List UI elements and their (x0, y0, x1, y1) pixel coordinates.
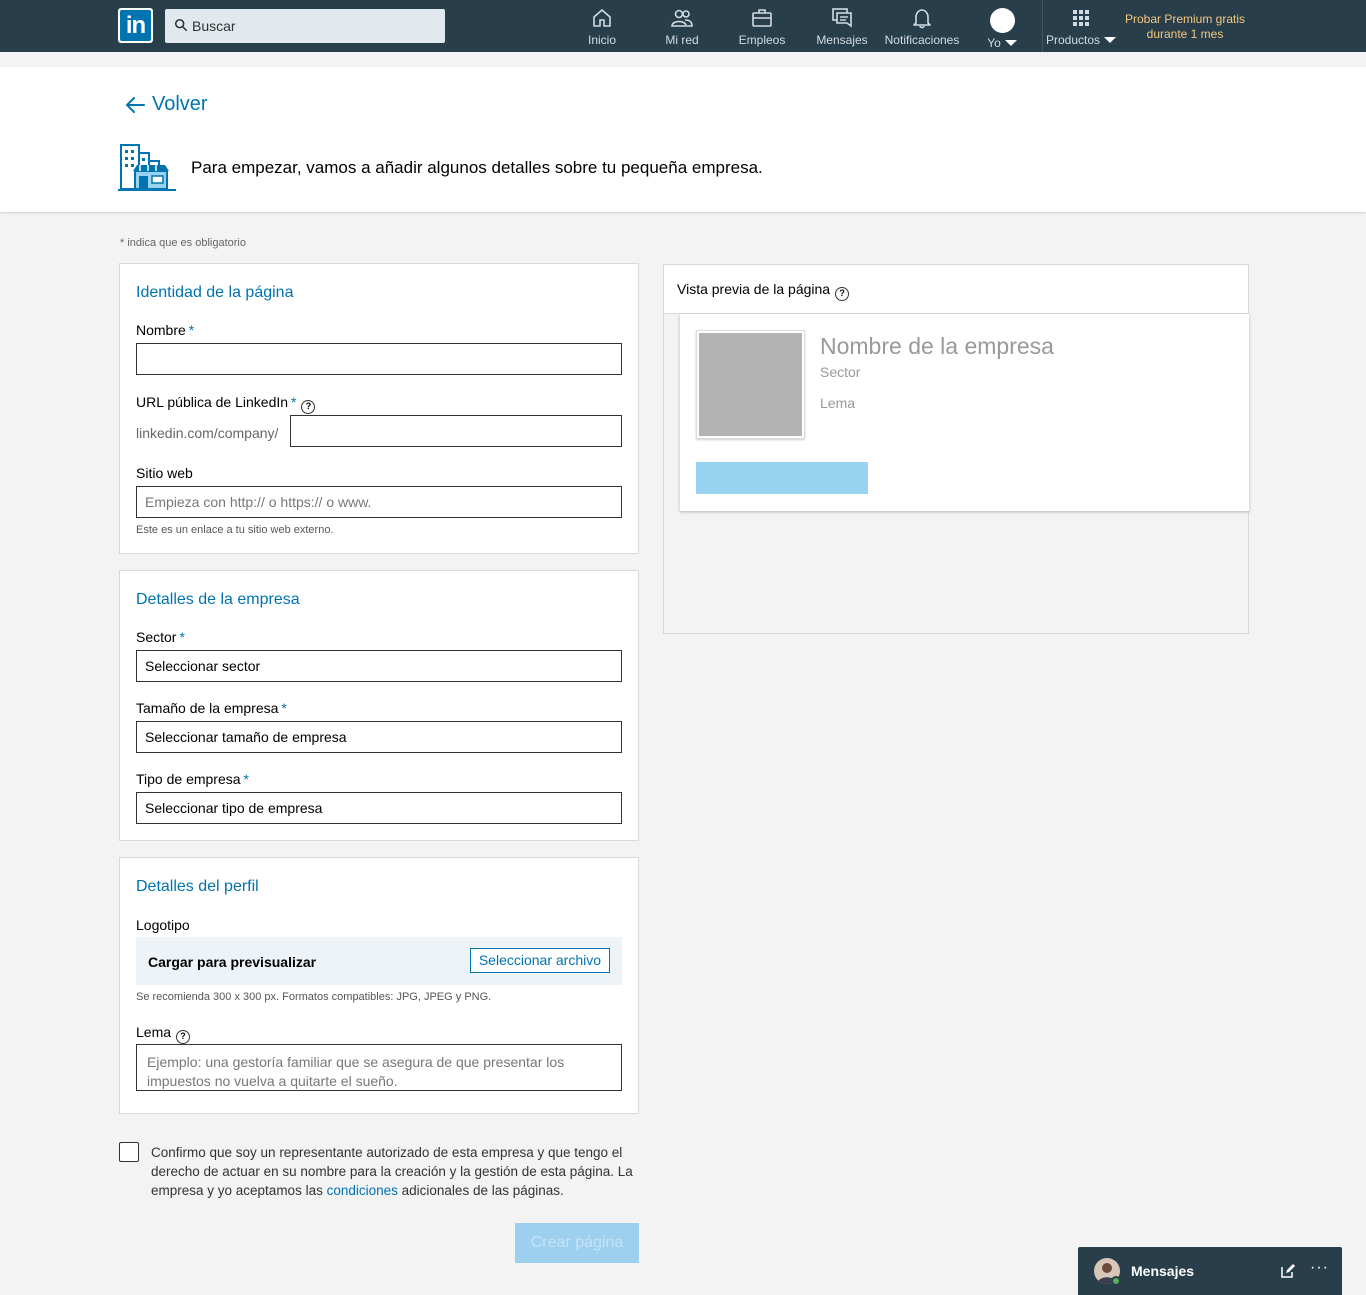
home-icon (593, 9, 611, 27)
nav-jobs-label: Empleos (738, 33, 786, 47)
header-panel: Volver Para empezar, vamos a añadir algu… (0, 67, 1366, 212)
compose-icon[interactable] (1280, 1263, 1296, 1279)
logo-upload-box: Cargar para previsualizar Seleccionar ar… (136, 937, 622, 985)
profile-card: Detalles del perfil Logotipo Cargar para… (119, 857, 639, 1114)
building-icon (118, 144, 176, 191)
website-hint: Este es un enlace a tu sitio web externo… (136, 524, 334, 536)
preview-tagline: Lema (820, 395, 856, 411)
sector-select[interactable]: Seleccionar sector (136, 650, 622, 682)
required-mark: * (281, 700, 287, 716)
nav-jobs[interactable]: Empleos (736, 6, 788, 50)
messages-icon (832, 8, 852, 28)
required-mark: * (188, 322, 195, 338)
more-options-icon[interactable]: ··· (1310, 1259, 1329, 1277)
premium-line1: Probar Premium gratis (1124, 12, 1246, 26)
search-box[interactable] (165, 9, 445, 43)
messaging-bar[interactable]: Mensajes ··· (1078, 1247, 1342, 1295)
bell-icon (913, 9, 931, 29)
url-prefix: linkedin.com/company/ (136, 425, 279, 441)
preview-sector: Sector (820, 364, 861, 380)
create-page-button[interactable]: Crear página (515, 1223, 639, 1263)
size-label: Tamaño de la empresa (136, 700, 279, 716)
nav-messages-label: Mensajes (816, 33, 868, 47)
nav-products[interactable]: Productos (1044, 6, 1118, 50)
select-file-button[interactable]: Seleccionar archivo (469, 948, 610, 973)
required-mark: * (291, 394, 297, 410)
preview-button-placeholder (696, 462, 868, 494)
terms-link[interactable]: condiciones (327, 1183, 398, 1198)
nav-network[interactable]: Mi red (660, 6, 704, 50)
sector-label: Sector (136, 629, 177, 645)
nav-home[interactable]: Inicio (582, 6, 622, 50)
url-input[interactable] (290, 415, 622, 447)
nav-notifications[interactable]: Notificaciones (882, 6, 962, 50)
preview-logo-frame (696, 330, 805, 439)
profile-title: Detalles del perfil (136, 878, 259, 895)
tagline-input[interactable] (136, 1044, 622, 1091)
confirm-text: Confirmo que soy un representante autori… (151, 1143, 646, 1200)
online-status-dot (1111, 1276, 1121, 1286)
nav-products-label: Productos (1045, 33, 1101, 47)
top-nav: in Inicio Mi red Empleos Mensajes Notifi… (0, 0, 1366, 52)
preview-company-name: Nombre de la empresa (820, 333, 1054, 359)
preview-logo-placeholder (699, 333, 802, 436)
logo-label: Logotipo (136, 917, 190, 933)
premium-link[interactable]: Probar Premium gratis durante 1 mes (1118, 12, 1252, 42)
required-note: * indica que es obligatorio (120, 237, 246, 249)
help-icon[interactable]: ? (835, 287, 850, 301)
nav-network-label: Mi red (665, 33, 699, 47)
grid-icon (1073, 10, 1089, 26)
size-select[interactable]: Seleccionar tamaño de empresa (136, 721, 622, 753)
website-input[interactable] (136, 486, 622, 518)
premium-line2: durante 1 mes (1146, 27, 1224, 41)
messaging-label: Mensajes (1131, 1263, 1195, 1279)
chevron-down-icon (1104, 37, 1117, 43)
confirm-checkbox[interactable] (119, 1142, 139, 1162)
confirm-text-part2: adicionales de las páginas. (397, 1183, 564, 1198)
intro-text: Para empezar, vamos a añadir algunos det… (191, 158, 763, 177)
identity-title: Identidad de la página (136, 284, 294, 301)
type-label: Tipo de empresa (136, 771, 241, 787)
required-mark: * (179, 629, 185, 645)
nav-notifications-label: Notificaciones (884, 33, 960, 47)
nav-me-label: Yo (987, 36, 1001, 50)
company-card: Detalles de la empresa Sector * Seleccion… (119, 570, 639, 841)
network-icon (671, 9, 693, 27)
nav-messages[interactable]: Mensajes (814, 6, 870, 50)
arrow-left-icon (126, 96, 145, 113)
logo-hint: Se recomienda 300 x 300 px. Formatos com… (136, 991, 492, 1003)
nav-me[interactable]: Yo (980, 6, 1024, 50)
linkedin-logo[interactable]: in (118, 8, 153, 43)
name-input[interactable] (136, 343, 622, 375)
nav-home-label: Inicio (587, 33, 616, 47)
preview-card: Nombre de la empresa Sector Lema (680, 314, 1249, 511)
briefcase-icon (752, 9, 772, 27)
tagline-label: Lema (136, 1024, 172, 1040)
page-preview: Vista previa de la página? Nombre de la … (663, 264, 1249, 634)
required-mark: * (243, 771, 249, 787)
url-label: URL pública de LinkedIn (136, 394, 289, 410)
search-icon (174, 18, 188, 32)
linkedin-logo-text: in (120, 10, 151, 41)
help-icon[interactable]: ? (176, 1030, 191, 1044)
back-link[interactable]: Volver (124, 93, 208, 116)
preview-title: Vista previa de la página (677, 281, 831, 297)
company-title: Detalles de la empresa (136, 591, 300, 608)
nav-divider (1042, 0, 1043, 52)
preview-header: Vista previa de la página? (664, 265, 1248, 314)
search-input[interactable] (192, 9, 437, 43)
type-select[interactable]: Seleccionar tipo de empresa (136, 792, 622, 824)
identity-card: Identidad de la página Nombre * URL públi… (119, 263, 639, 554)
name-label: Nombre (136, 322, 186, 338)
chevron-down-icon (1004, 40, 1017, 46)
back-label: Volver (152, 93, 208, 115)
help-icon[interactable]: ? (301, 400, 316, 414)
website-label: Sitio web (136, 465, 193, 481)
avatar (989, 8, 1015, 33)
upload-label: Cargar para previsualizar (148, 954, 317, 970)
